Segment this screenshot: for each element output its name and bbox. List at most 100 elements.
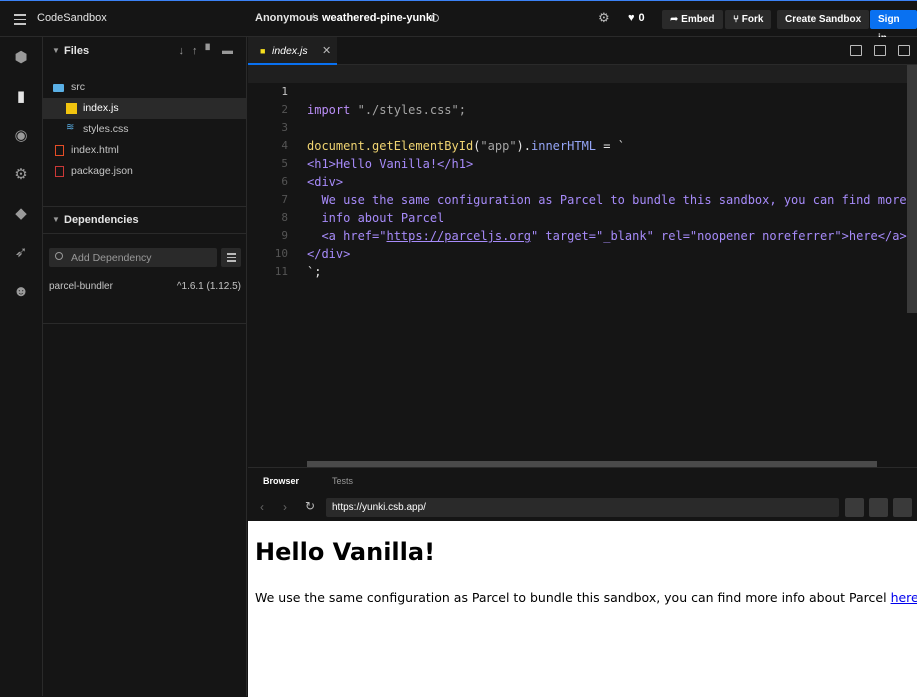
dependencies-title: Dependencies <box>64 214 139 226</box>
activity-bar: ⬢ ▮ ◉ ⚙ ◆ ➶ ☻ <box>0 37 43 696</box>
code-line: 3 document.getElementById("app").innerHT… <box>248 101 917 153</box>
npm-file-icon <box>55 166 64 177</box>
file-row-index-html[interactable]: index.html <box>43 140 247 161</box>
code-line: 11 <box>248 245 917 278</box>
code-line: 8 <a href="https://parceljs.org" target=… <box>248 191 917 243</box>
dependency-version[interactable]: ^1.6.1 (1.12.5) <box>177 281 241 292</box>
new-folder-icon[interactable]: ▬ <box>222 45 241 57</box>
code-line: 7 info about Parcel <box>248 173 917 225</box>
file-icon[interactable]: ▮ <box>12 88 30 106</box>
code-line: 6 We use the same configuration as Parce… <box>248 155 917 207</box>
page-heading: Hello Vanilla! <box>255 538 436 566</box>
dependencies-panel-header[interactable]: ▼ Dependencies <box>43 207 247 233</box>
tab-label: index.js <box>272 45 308 57</box>
split-view-icon[interactable] <box>850 45 862 56</box>
js-file-icon <box>66 103 77 114</box>
arrow-down-icon[interactable]: ↓ <box>179 45 193 57</box>
like-button[interactable]: ♥ 0 <box>628 12 645 24</box>
add-dependency-input[interactable]: Add Dependency <box>49 248 217 267</box>
copy-icon[interactable] <box>869 498 888 517</box>
code-token: `; <box>307 265 322 279</box>
sandbox-owner[interactable]: Anonymous <box>255 12 319 24</box>
add-dependency-placeholder: Add Dependency <box>71 252 152 264</box>
tab-index-js[interactable]: ■ index.js ✕ <box>248 37 337 65</box>
top-bar: CodeSandbox Anonymous / weathered-pine-y… <box>0 0 917 44</box>
close-icon[interactable]: ✕ <box>322 44 331 57</box>
code-line: 10 `; <box>248 227 917 279</box>
code-line: 9 </div> <box>248 209 917 261</box>
browser-frame[interactable]: Hello Vanilla! We use the same configura… <box>248 521 917 697</box>
file-row-index-js[interactable]: index.js <box>43 98 247 119</box>
sign-in-button[interactable]: Sign in <box>870 10 917 44</box>
embed-button[interactable]: ➦ Embed <box>662 10 723 29</box>
share-icon: ➦ <box>670 14 682 25</box>
code-line: 2 <box>248 83 917 116</box>
breadcrumb-separator: / <box>311 12 315 24</box>
code-editor: ■ index.js ✕ 1 import "./styles.css"; 2 … <box>248 37 917 467</box>
forward-icon[interactable]: › <box>283 500 287 514</box>
fork-label: Fork <box>741 14 764 25</box>
back-icon[interactable]: ‹ <box>260 500 264 514</box>
url-input[interactable]: https://yunki.csb.app/ <box>326 498 839 517</box>
hamburger-menu-icon[interactable] <box>14 14 26 25</box>
refresh-icon[interactable]: ↻ <box>305 499 315 513</box>
line-number: 11 <box>274 265 288 278</box>
rocket-icon[interactable]: ➶ <box>12 244 30 262</box>
globe-icon[interactable] <box>431 14 439 22</box>
file-row-styles-css[interactable]: ≋ styles.css <box>43 119 247 140</box>
arrow-up-icon[interactable]: ↑ <box>192 45 206 57</box>
tab-tests[interactable]: Tests <box>332 476 353 486</box>
search-icon[interactable]: ◉ <box>12 127 30 145</box>
gear-icon[interactable]: ⚙ <box>598 10 610 26</box>
page-text: We use the same configuration as Parcel … <box>255 590 891 605</box>
page-link[interactable]: here <box>891 590 917 605</box>
fork-button[interactable]: ⑂ Fork <box>725 10 772 29</box>
file-actions[interactable]: ↓↑▘▬ <box>179 44 241 57</box>
code-area[interactable]: 1 import "./styles.css"; 2 3 document.ge… <box>248 65 917 467</box>
caret-down-icon[interactable]: ▼ <box>52 215 60 224</box>
editor-tabs: ■ index.js ✕ <box>248 37 917 65</box>
js-file-icon: ■ <box>260 46 266 56</box>
search-icon <box>55 252 63 260</box>
heart-icon: ♥ <box>628 12 635 24</box>
embed-label: Embed <box>681 14 715 25</box>
new-file-icon[interactable]: ▘ <box>206 45 222 57</box>
file-explorer: ▼ Files ↓↑▘▬ src index.js ≋ styles.css i… <box>43 37 247 696</box>
folder-icon <box>53 84 64 92</box>
file-row-package-json[interactable]: package.json <box>43 161 247 182</box>
file-name: package.json <box>71 165 133 177</box>
create-sandbox-button[interactable]: Create Sandbox <box>777 10 870 29</box>
file-row-src[interactable]: src <box>43 77 247 98</box>
html-file-icon <box>55 145 64 156</box>
page-paragraph: We use the same configuration as Parcel … <box>255 590 917 605</box>
vertical-scrollbar[interactable] <box>907 65 917 313</box>
app-title[interactable]: CodeSandbox <box>37 12 107 24</box>
caret-down-icon[interactable]: ▼ <box>52 46 60 55</box>
preview-toggle-icon[interactable] <box>874 45 886 56</box>
files-panel-header[interactable]: ▼ Files ↓↑▘▬ <box>43 38 247 64</box>
code-line: 5 <div> <box>248 137 917 189</box>
divider <box>43 323 247 324</box>
users-icon[interactable]: ☻ <box>12 283 30 301</box>
sandbox-name[interactable]: weathered-pine-yunki <box>322 12 435 24</box>
fork-icon: ⑂ <box>733 14 742 25</box>
file-name: src <box>71 81 85 93</box>
dependency-menu-button[interactable] <box>221 248 241 267</box>
dependency-row[interactable]: parcel-bundler ^1.6.1 (1.12.5) <box>43 277 247 298</box>
settings-icon[interactable]: ⚙ <box>12 166 30 184</box>
dependency-name: parcel-bundler <box>49 281 113 292</box>
cube-icon[interactable]: ⬢ <box>12 49 30 67</box>
css-file-icon: ≋ <box>66 122 75 133</box>
console-icon[interactable] <box>893 498 912 517</box>
code-line: 4 <h1>Hello Vanilla!</h1> <box>248 119 917 171</box>
preview-panel: Browser Tests ‹ › ↻ https://yunki.csb.ap… <box>248 467 917 697</box>
like-count: 0 <box>638 12 645 24</box>
tab-browser[interactable]: Browser <box>263 476 299 486</box>
code-line: 1 import "./styles.css"; <box>248 65 917 117</box>
move-icon[interactable] <box>845 498 864 517</box>
window-icon[interactable] <box>898 45 910 56</box>
file-name: styles.css <box>83 123 129 135</box>
url-text: https://yunki.csb.app/ <box>332 502 426 513</box>
divider <box>43 233 247 234</box>
github-icon[interactable]: ◆ <box>12 205 30 223</box>
